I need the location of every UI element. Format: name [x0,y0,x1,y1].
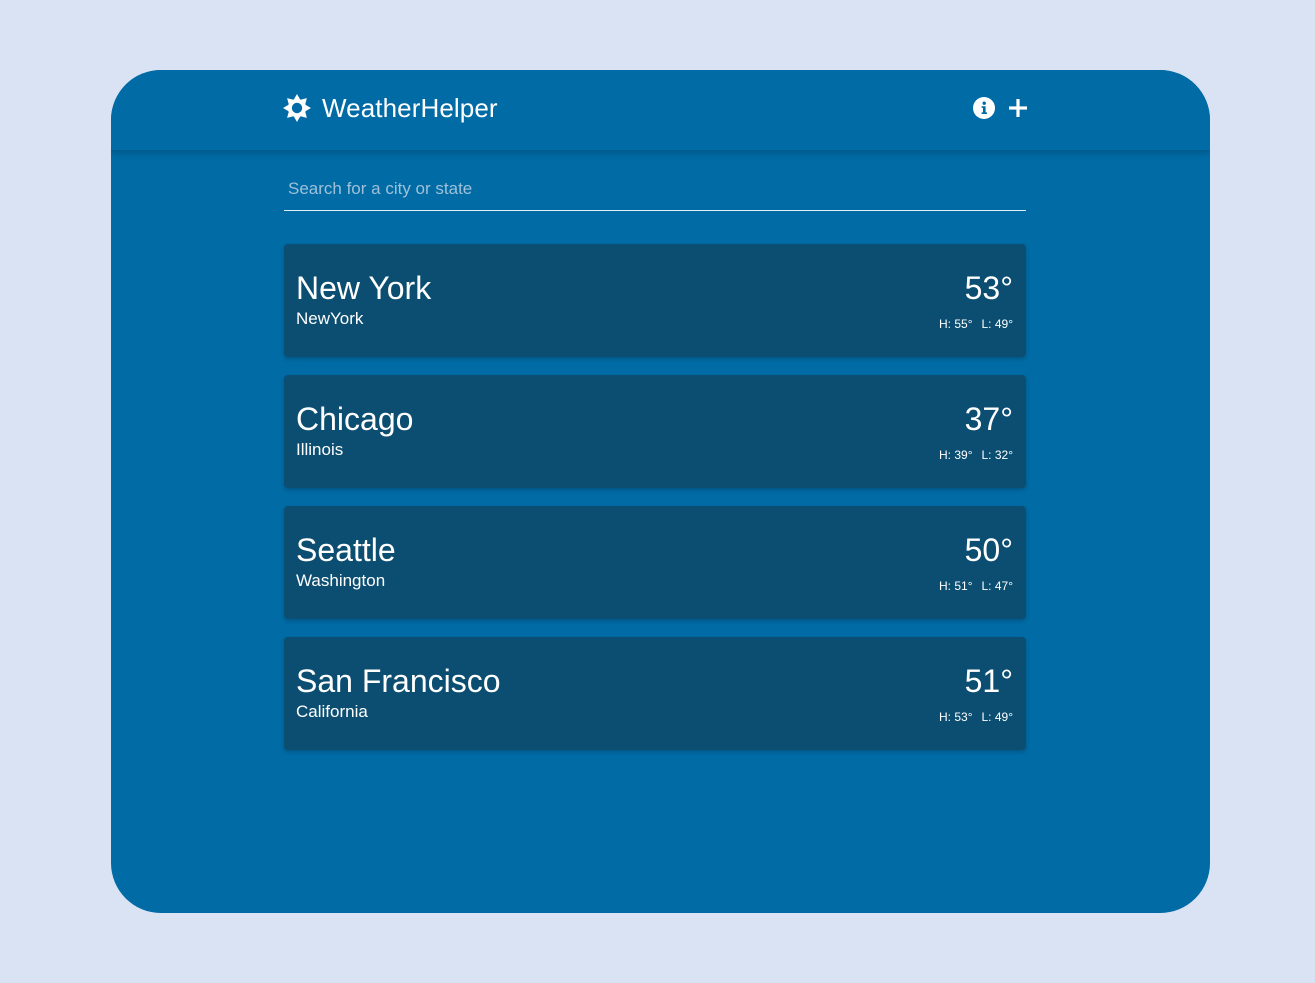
city-name: Seattle [296,532,396,568]
city-card-san-francisco[interactable]: San Francisco California 51° H: 53° L: 49… [284,637,1026,750]
high-temperature: H: 51° [939,579,973,593]
low-temperature: L: 49° [981,317,1014,331]
low-temperature: L: 49° [981,710,1014,724]
city-name: Chicago [296,401,414,437]
current-temperature: 53° [964,270,1013,306]
city-name: New York [296,270,432,306]
high-low-temperature: H: 51° L: 47° [939,578,1013,594]
low-temperature: L: 32° [981,448,1014,462]
city-region: Illinois [296,440,344,459]
high-temperature: H: 39° [939,448,973,462]
city-list: New York NewYork 53° H: 55° L: 49° Chicag… [284,244,1026,768]
city-card-new-york[interactable]: New York NewYork 53° H: 55° L: 49° [284,244,1026,357]
high-low-temperature: H: 53° L: 49° [939,709,1013,725]
app-window: WeatherHelper New York NewYo [111,70,1210,913]
header-actions [972,93,1030,123]
city-name: San Francisco [296,663,501,699]
app-title: WeatherHelper [322,93,498,123]
high-temperature: H: 53° [939,710,973,724]
current-temperature: 50° [964,532,1013,568]
city-card-seattle[interactable]: Seattle Washington 50° H: 51° L: 47° [284,506,1026,619]
info-icon [973,97,995,119]
add-city-button[interactable] [1006,96,1030,120]
city-region: California [296,702,368,721]
city-region: NewYork [296,309,364,328]
high-low-temperature: H: 39° L: 32° [939,447,1013,463]
city-region: Washington [296,571,386,590]
info-button[interactable] [972,96,996,120]
city-card-chicago[interactable]: Chicago Illinois 37° H: 39° L: 32° [284,375,1026,488]
current-temperature: 37° [964,401,1013,437]
high-temperature: H: 55° [939,317,973,331]
plus-icon [1009,99,1027,117]
sun-icon [283,94,311,122]
low-temperature: L: 47° [981,579,1014,593]
search-input[interactable] [284,170,1026,208]
high-low-temperature: H: 55° L: 49° [939,316,1013,332]
current-temperature: 51° [964,663,1013,699]
search-bar [284,170,1026,211]
brand: WeatherHelper [283,93,498,123]
app-header: WeatherHelper [111,70,1210,150]
